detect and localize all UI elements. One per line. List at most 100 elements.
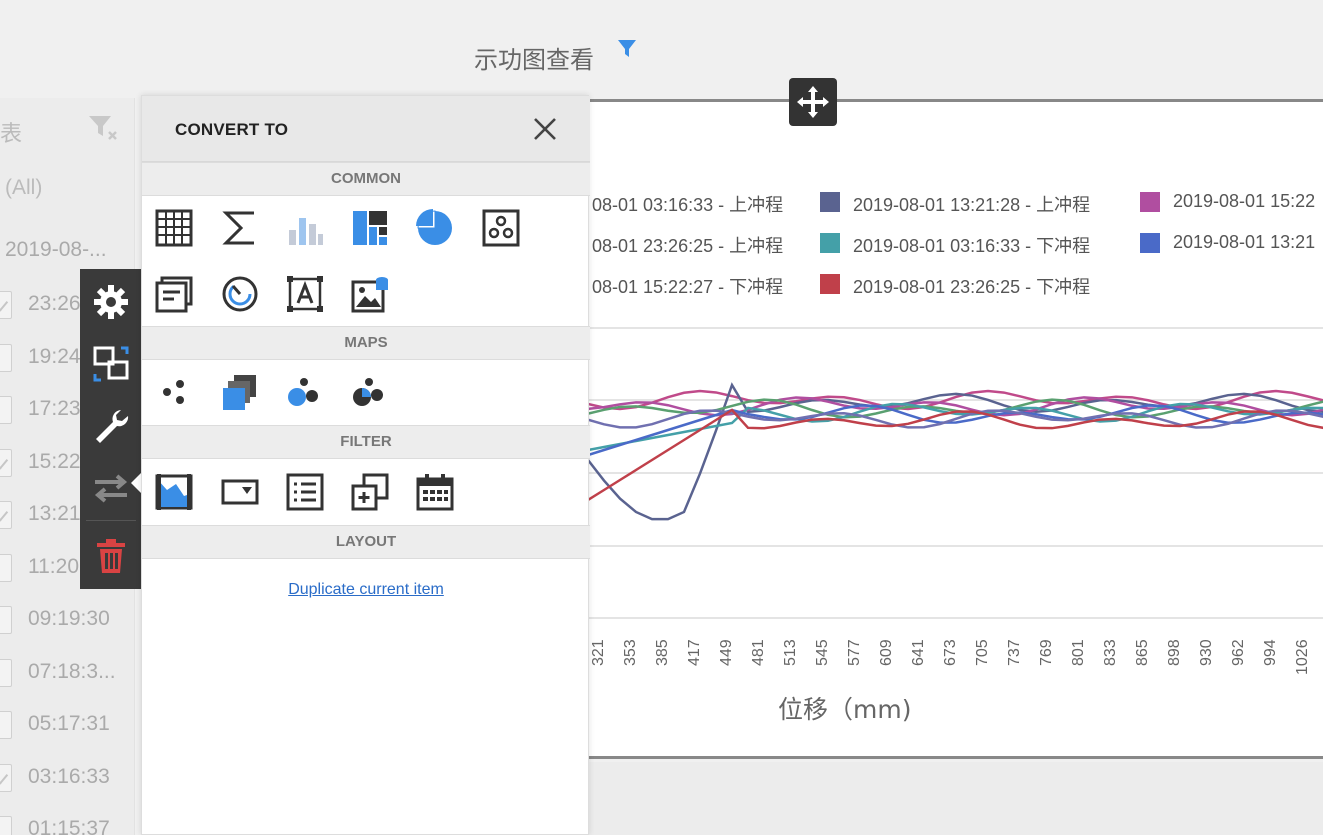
range-filter-icon[interactable] (154, 472, 194, 512)
list-item[interactable]: 01:15:37 (0, 813, 135, 835)
list-panel-title: 表 (0, 122, 23, 147)
x-tick-label: 577 (846, 639, 863, 666)
combo-box-icon[interactable] (220, 472, 260, 512)
legend-item[interactable]: 08-01 03:16:33 - 上冲程 (592, 191, 783, 217)
x-tick-label: 737 (1006, 639, 1023, 666)
list-item-checkbox[interactable] (0, 291, 12, 319)
convert-icon (93, 346, 128, 382)
convert-panel-header: CONVERT TO (142, 96, 590, 162)
x-tick-label: 673 (942, 639, 959, 666)
gauge-icon[interactable] (220, 274, 260, 314)
scatter-card-icon[interactable] (481, 208, 521, 248)
x-tick-label: 513 (782, 639, 799, 666)
bar-chart-icon[interactable] (285, 208, 325, 248)
x-tick-label: 962 (1230, 639, 1247, 666)
filter-icon[interactable] (617, 38, 637, 60)
x-axis-label: 位移（mm) (778, 695, 912, 724)
dot-map-icon[interactable] (154, 372, 194, 412)
choropleth-map-icon[interactable] (220, 372, 260, 412)
swap-icon (94, 474, 127, 503)
bubble-map-icon[interactable] (285, 372, 325, 412)
x-tick-label: 609 (878, 639, 895, 666)
list-item-label: 13:21 (28, 502, 81, 525)
edit-properties-button[interactable] (80, 395, 141, 457)
list-item-checkbox[interactable] (0, 606, 12, 634)
list-item-label: 11:20 (28, 554, 79, 578)
legend-swatch (820, 192, 840, 212)
list-item-checkbox[interactable] (0, 343, 12, 372)
legend-item[interactable]: 08-01 15:22:27 - 下冲程 (592, 273, 783, 299)
list-item[interactable]: 09:19:30 (0, 603, 135, 637)
list-item-checkbox[interactable] (0, 658, 12, 687)
clear-filter-icon[interactable] (88, 114, 118, 142)
treemap-icon[interactable] (350, 208, 390, 248)
list-item-checkbox[interactable] (0, 816, 12, 835)
list-item-label: 05:17:31 (28, 712, 110, 735)
x-tick-label: 769 (1038, 639, 1055, 666)
list-box-icon[interactable] (285, 472, 325, 512)
list-item-checkbox[interactable] (0, 396, 12, 424)
legend-item[interactable]: 2019-08-01 15:22 (1173, 191, 1315, 212)
settings-button[interactable] (80, 271, 141, 333)
legend-item[interactable]: 2019-08-01 03:16:33 - 下冲程 (853, 232, 1090, 258)
convert-to-panel: CONVERT TO COMMON MAPS FILTER LAYOUT Dup… (141, 95, 590, 835)
x-tick-label: 705 (974, 639, 991, 666)
pie-chart-icon[interactable] (415, 208, 455, 248)
x-tick-label: 385 (654, 639, 671, 666)
x-tick-label: 449 (718, 639, 735, 666)
section-common: COMMON (142, 162, 590, 196)
card-icon[interactable] (154, 274, 194, 314)
legend-item[interactable]: 2019-08-01 13:21 (1173, 232, 1315, 253)
list-item-label: 07:18:3... (28, 659, 116, 683)
section-layout: LAYOUT (142, 525, 590, 559)
date-filter-icon[interactable] (415, 472, 455, 512)
legend-item[interactable]: 08-01 23:26:25 - 上冲程 (592, 232, 783, 258)
list-item-checkbox[interactable] (0, 501, 12, 529)
close-icon[interactable] (532, 116, 558, 142)
tree-view-icon[interactable] (350, 472, 390, 512)
list-item[interactable]: 03:16:33 (0, 761, 135, 795)
list-item-label: 15:22 (28, 449, 81, 473)
section-maps: MAPS (142, 326, 590, 360)
move-handle-icon[interactable] (789, 78, 837, 126)
convert-button[interactable] (80, 333, 141, 395)
x-tick-label: 1026 (1294, 639, 1311, 675)
list-item-checkbox[interactable] (0, 763, 12, 792)
legend-swatch (820, 233, 840, 253)
list-item-label: 23:26 (28, 292, 81, 315)
legend-item[interactable]: 2019-08-01 23:26:25 - 下冲程 (853, 273, 1090, 299)
list-all-option[interactable]: (All) (5, 176, 42, 200)
x-tick-label: 481 (750, 639, 767, 666)
sigma-icon[interactable] (220, 208, 260, 248)
list-item-label: 09:19:30 (28, 607, 110, 630)
legend-item[interactable]: 2019-08-01 13:21:28 - 上冲程 (853, 191, 1090, 217)
x-tick-label: 930 (1198, 639, 1215, 666)
x-tick-label: 994 (1262, 639, 1279, 666)
bottom-grid-strip (588, 762, 1323, 835)
dashboard-title: 示功图查看 (474, 46, 594, 74)
list-item[interactable]: 07:18:3... (0, 656, 135, 690)
trash-icon (96, 539, 125, 573)
list-item[interactable]: 05:17:31 (0, 708, 135, 742)
list-date-group[interactable]: 2019-08-... (5, 238, 107, 262)
item-toolbar (80, 269, 141, 589)
delete-button[interactable] (80, 525, 141, 587)
duplicate-item-link[interactable]: Duplicate current item (142, 581, 590, 599)
convert-panel-title: CONVERT TO (175, 120, 289, 139)
x-tick-label: 321 (590, 639, 607, 666)
x-tick-label: 833 (1102, 639, 1119, 666)
image-icon[interactable] (350, 274, 390, 314)
grid-icon[interactable] (154, 208, 194, 248)
text-box-icon[interactable] (285, 274, 325, 314)
wrench-icon (95, 410, 128, 443)
list-item-checkbox[interactable] (0, 711, 12, 739)
x-tick-label: 801 (1070, 639, 1087, 666)
toolbar-pointer (131, 473, 141, 493)
x-tick-label: 898 (1166, 639, 1183, 666)
list-item-checkbox[interactable] (0, 553, 12, 582)
pie-map-icon[interactable] (350, 372, 390, 412)
list-item-checkbox[interactable] (0, 448, 12, 477)
x-tick-label: 353 (622, 639, 639, 666)
x-tick-label: 545 (814, 639, 831, 666)
list-item-label: 03:16:33 (28, 764, 110, 788)
